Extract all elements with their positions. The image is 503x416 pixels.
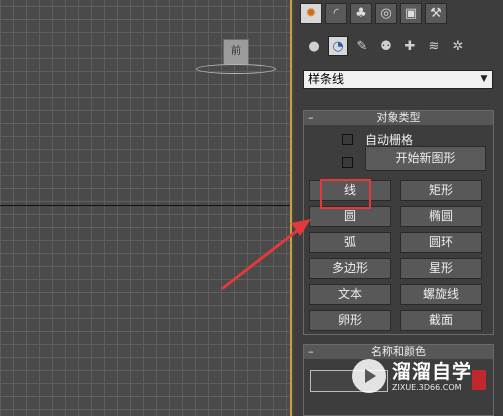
watermark-url: ZIXUE.3D66.COM [392,382,462,392]
watermark: 溜溜自学 ZIXUE.3D66.COM [352,352,492,400]
watermark-title: 溜溜自学 [392,360,473,383]
play-logo-icon [352,359,386,393]
